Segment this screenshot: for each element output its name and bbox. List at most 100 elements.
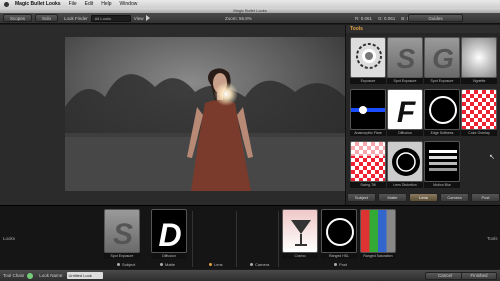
tool-chain-label[interactable]: Tool Chain <box>3 273 24 278</box>
chain-tool-label: Spot Exposure <box>104 253 140 259</box>
readout-g: G: 0.061 <box>378 15 396 21</box>
dot-icon <box>117 263 120 266</box>
tool-motion-blur[interactable]: Motion Blur <box>424 141 460 189</box>
chain-tool-diffusion[interactable]: D Diffusion <box>151 209 187 261</box>
view-label[interactable]: View <box>134 16 144 21</box>
spot-exposure-icon: S <box>387 37 423 78</box>
chain-cat-matte[interactable]: Matte <box>160 262 175 267</box>
look-name-label: Look Name: <box>39 273 64 278</box>
dot-icon <box>209 263 212 266</box>
tool-edge-softness[interactable]: Edge Softness <box>424 89 460 137</box>
tool-label: Motion Blur <box>424 182 460 188</box>
chain-cat-label: Matte <box>165 262 176 267</box>
zoom-label: Zoom: <box>225 15 238 21</box>
tool-diffusion[interactable]: F Diffusion <box>387 89 423 137</box>
tool-swing-tilt[interactable]: Swing-Tilt <box>350 141 386 189</box>
diffusion-icon: D <box>151 209 187 253</box>
tool-checker[interactable]: Color Overlay <box>461 89 497 137</box>
tool-label: Vignette <box>461 78 497 84</box>
tab-subject[interactable]: Subject <box>347 193 376 202</box>
menu-edit[interactable]: Edit <box>85 1 94 7</box>
svg-text:D: D <box>158 217 181 253</box>
app-menu[interactable]: Magic Bullet Looks <box>15 1 61 7</box>
chain-tool-ranged-saturation[interactable]: Ranged Saturation <box>360 209 396 261</box>
tool-label: Diffusion <box>387 130 423 136</box>
solo-button[interactable]: Solo <box>35 14 59 22</box>
dot-icon <box>160 263 163 266</box>
chain-divider <box>236 211 237 267</box>
tool-lens-distortion[interactable]: Lens Distortion <box>387 141 423 189</box>
tools-panel: Tools Exposure S Spot Exposure G Spot Ex… <box>345 25 500 205</box>
tool-vignette[interactable]: Vignette <box>461 37 497 85</box>
menu-window[interactable]: Window <box>120 1 138 7</box>
dot-icon <box>334 263 337 266</box>
spot-exposure-icon: S <box>104 209 140 253</box>
lens-distortion-icon <box>387 141 423 182</box>
chain-tool-spot-exposure[interactable]: S Spot Exposure <box>104 209 140 261</box>
tab-post[interactable]: Post <box>471 193 500 202</box>
look-finder-select[interactable]: All Looks <box>90 14 131 22</box>
chain-tool-label: Ranged HSL <box>321 253 357 259</box>
edge-softness-icon <box>424 89 460 130</box>
spot-exposure-icon: G <box>424 37 460 78</box>
svg-text:S: S <box>113 218 133 251</box>
tool-spot-exposure[interactable]: S Spot Exposure <box>387 37 423 85</box>
chain-tool-label: Cosmo <box>282 253 318 259</box>
anamorphic-flare-icon <box>350 89 386 130</box>
tool-label: Edge Softness <box>424 130 460 136</box>
chain-cat-post[interactable]: Post <box>334 262 347 267</box>
chain-cat-subject[interactable]: Subject <box>117 262 135 267</box>
zoom-value: 56.8% <box>239 15 252 21</box>
menu-bar: Magic Bullet Looks File Edit Help Window <box>0 0 500 8</box>
chain-tool-ranged-hsl[interactable]: Ranged HSL <box>321 209 357 261</box>
tool-label: Lens Distortion <box>387 182 423 188</box>
vignette-icon <box>461 37 497 78</box>
cosmo-icon <box>282 209 318 253</box>
finished-button[interactable]: Finished <box>461 271 497 280</box>
exposure-icon <box>350 37 386 78</box>
chain-tool-cosmo[interactable]: Cosmo <box>282 209 318 261</box>
mouse-cursor-icon: ↖ <box>489 154 495 161</box>
chain-tool-label: Ranged Saturation <box>360 253 396 259</box>
svg-text:F: F <box>397 96 416 129</box>
tool-anamorphic-flare[interactable]: Anamorphic Flare <box>350 89 386 137</box>
svg-text:G: G <box>432 43 454 74</box>
tools-side-label[interactable]: Tools <box>487 236 498 241</box>
tab-matte[interactable]: Matte <box>378 193 407 202</box>
play-icon[interactable] <box>146 15 151 21</box>
scopes-button[interactable]: Scopes <box>3 14 33 22</box>
swing-tilt-icon <box>350 141 386 182</box>
preview-image[interactable] <box>65 37 345 191</box>
tool-label: Spot Exposure <box>424 78 460 84</box>
chain-cat-label: Camera <box>255 262 270 267</box>
svg-text:S: S <box>397 43 416 74</box>
category-tabs: Subject Matte Lens Camera Post <box>345 193 500 202</box>
tab-camera[interactable]: Camera <box>440 193 469 202</box>
checker-icon <box>461 89 497 130</box>
ranged-hsl-icon <box>321 209 357 253</box>
power-icon[interactable] <box>27 272 34 279</box>
toolbar: Scopes Solo Look Finder All Looks View Z… <box>0 13 500 24</box>
tool-exposure[interactable]: Exposure <box>350 37 386 85</box>
menu-help[interactable]: Help <box>101 1 111 7</box>
chain-cat-label: Lens <box>214 262 223 267</box>
chain-divider <box>278 211 279 267</box>
guides-button[interactable]: Guides <box>408 14 463 22</box>
status-bar: Tool Chain Look Name: Untitled Look Canc… <box>0 270 500 281</box>
chain-cat-lens[interactable]: Lens <box>209 262 223 267</box>
readout-r: R: 0.061 <box>355 15 373 21</box>
tab-lens[interactable]: Lens <box>409 193 438 202</box>
tool-label: Swing-Tilt <box>350 182 386 188</box>
cancel-button[interactable]: Cancel <box>425 271 465 280</box>
chain-divider <box>192 211 193 267</box>
menu-file[interactable]: File <box>69 1 77 7</box>
tool-spot-exposure-2[interactable]: G Spot Exposure <box>424 37 460 85</box>
apple-icon[interactable] <box>4 1 9 7</box>
zoom-readout: Zoom: 56.8% <box>225 16 252 21</box>
tool-label: Exposure <box>350 78 386 84</box>
look-name-field[interactable]: Untitled Look <box>66 272 103 279</box>
dot-icon <box>250 263 253 266</box>
chain-cat-label: Post <box>339 262 348 267</box>
looks-side-label[interactable]: Looks <box>3 236 15 241</box>
chain-cat-camera[interactable]: Camera <box>250 262 269 267</box>
